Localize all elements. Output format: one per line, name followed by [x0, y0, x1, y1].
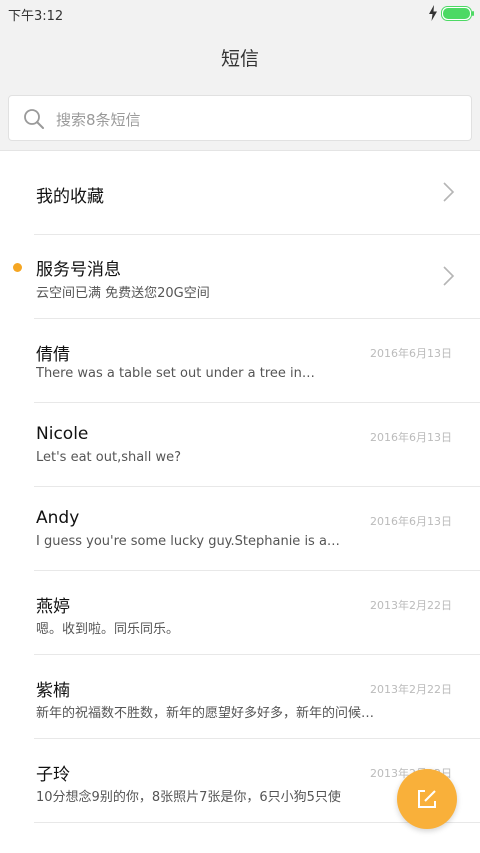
- contact-name: 子玲: [36, 765, 70, 785]
- message-date: 2016年6月13日: [370, 347, 452, 360]
- battery-icon: [441, 6, 474, 21]
- message-preview: 新年的祝福数不胜数，新年的愿望好多好多，新年的问候…: [36, 706, 375, 721]
- row-title: 我的收藏: [36, 187, 104, 207]
- message-preview: I guess you're some lucky guy.Stephanie …: [36, 534, 340, 549]
- bolt-icon: [429, 5, 437, 21]
- compose-button[interactable]: [397, 769, 457, 829]
- message-preview: 10分想念9别的你，8张照片7张是你，6只小狗5只使: [36, 790, 341, 805]
- search-placeholder: 搜索8条短信: [56, 111, 141, 129]
- message-date: 2013年2月22日: [370, 683, 452, 696]
- message-date: 2016年6月13日: [370, 431, 452, 444]
- contact-name: Andy: [36, 508, 80, 528]
- status-bar: 下午3:12: [0, 0, 480, 28]
- page-title: 短信: [220, 48, 259, 70]
- service-messages-row[interactable]: 服务号消息 云空间已满 免费送您20G空间: [0, 235, 480, 319]
- message-preview: 嗯。收到啦。同乐同乐。: [36, 622, 180, 637]
- search-input[interactable]: 搜索8条短信: [8, 95, 472, 141]
- message-preview: Let's eat out,shall we?: [36, 450, 182, 465]
- conversation-row[interactable]: 倩倩 2016年6月13日 There was a table set out …: [0, 319, 480, 403]
- message-date: 2016年6月13日: [370, 515, 452, 528]
- message-preview: There was a table set out under a tree i…: [36, 366, 315, 381]
- contact-name: 紫楠: [36, 681, 70, 701]
- row-preview: 云空间已满 免费送您20G空间: [36, 286, 210, 301]
- conversation-row[interactable]: Nicole 2016年6月13日 Let's eat out,shall we…: [0, 403, 480, 487]
- compose-icon: [418, 790, 436, 808]
- conversation-row[interactable]: 紫楠 2013年2月22日 新年的祝福数不胜数，新年的愿望好多好多，新年的问候…: [0, 655, 480, 739]
- status-time: 下午3:12: [8, 9, 64, 24]
- favorites-row[interactable]: 我的收藏: [0, 151, 480, 235]
- chevron-right-icon: [443, 266, 455, 286]
- contact-name: 燕婷: [36, 597, 70, 617]
- conversation-row[interactable]: 燕婷 2013年2月22日 嗯。收到啦。同乐同乐。: [0, 571, 480, 655]
- contact-name: Nicole: [36, 424, 89, 444]
- message-date: 2013年2月22日: [370, 599, 452, 612]
- conversation-row[interactable]: Andy 2016年6月13日 I guess you're some luck…: [0, 487, 480, 571]
- row-title: 服务号消息: [36, 260, 121, 280]
- chevron-right-icon: [443, 182, 455, 202]
- unread-dot: [13, 263, 22, 272]
- contact-name: 倩倩: [36, 345, 70, 365]
- search-icon: [24, 109, 44, 129]
- top-area: 下午3:12 短信 搜索8条短信: [0, 0, 480, 150]
